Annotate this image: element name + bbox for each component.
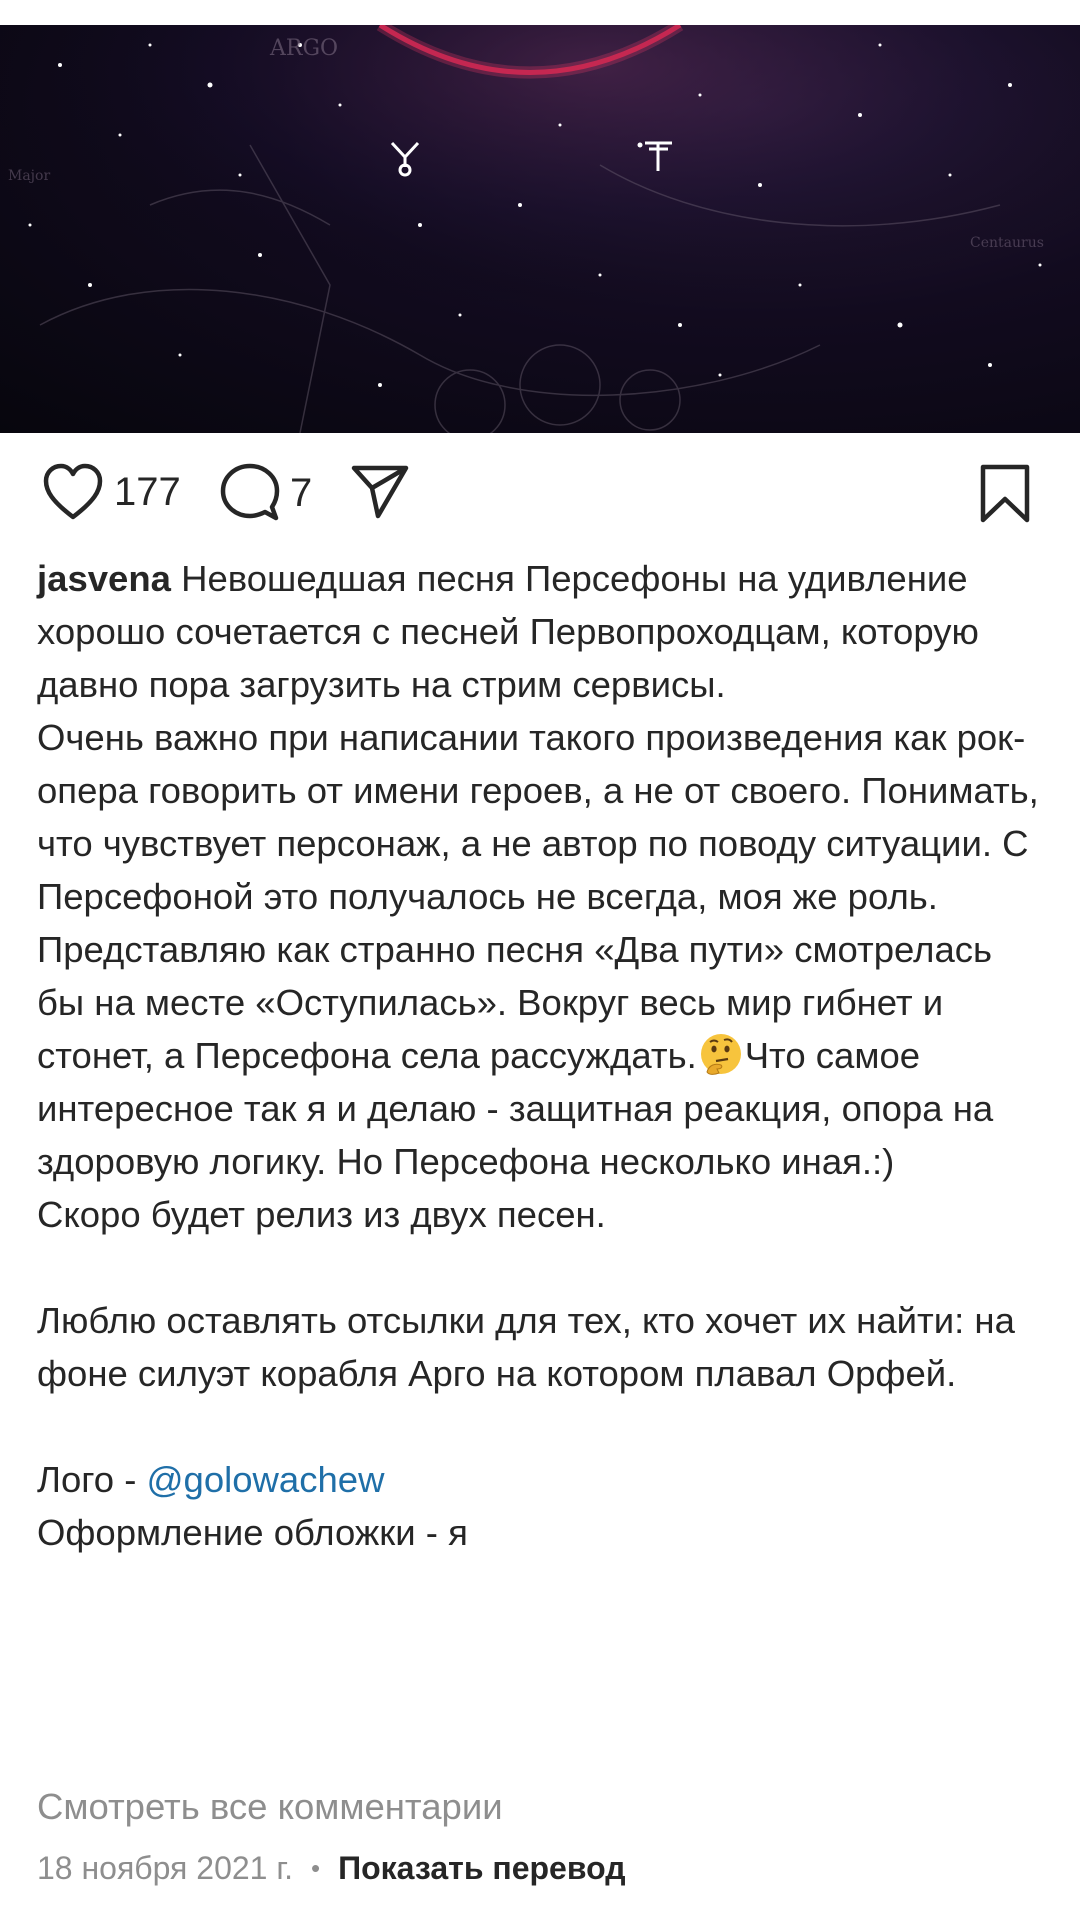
post-caption: jasvena Невошедшая песня Персефоны на уд… (37, 552, 1047, 1559)
starfield-cover-art: ARGO Major Centaurus (0, 25, 1080, 433)
caption-text-2a: Очень важно при написании такого произве… (37, 717, 1039, 1076)
post-image[interactable]: ARGO Major Centaurus (0, 25, 1080, 433)
caption-paragraph-2: Очень важно при написании такого произве… (37, 711, 1047, 1188)
comment-count: 7 (290, 470, 313, 515)
thinking-face-emoji (700, 1034, 741, 1075)
heart-icon (43, 463, 103, 520)
svg-text:Major: Major (8, 168, 50, 184)
caption-paragraph-6: Оформление обложки - я (37, 1512, 468, 1553)
comment-icon (220, 463, 280, 521)
view-all-comments-link[interactable]: Смотреть все комментарии (37, 1780, 503, 1833)
show-translation-link[interactable]: Показать перевод (338, 1842, 625, 1894)
caption-paragraph-1: jasvena Невошедшая песня Персефоны на уд… (37, 552, 1047, 711)
post-actions-bar: 177 7 (0, 433, 1080, 555)
save-button[interactable] (978, 463, 1032, 525)
caption-paragraph-3: Скоро будет релиз из двух песен. (37, 1194, 606, 1235)
bookmark-icon (980, 464, 1030, 523)
author-username[interactable]: jasvena (37, 558, 171, 599)
svg-text:ARGO: ARGO (269, 36, 338, 61)
like-count: 177 (114, 469, 181, 514)
share-icon (351, 465, 409, 519)
post-meta: 18 ноября 2021 г. • Показать перевод (37, 1842, 626, 1894)
logo-credit-label: Лого - (37, 1459, 147, 1500)
caption-text-1: Невошедшая песня Персефоны на удивление … (37, 558, 979, 705)
caption-paragraph-4: Люблю оставлять отсылки для тех, кто хоч… (37, 1300, 1015, 1394)
like-button[interactable]: 177 (42, 463, 181, 521)
share-button[interactable] (350, 463, 410, 521)
comment-button[interactable]: 7 (220, 463, 312, 523)
caption-paragraph-5: Лого - @golowachew (37, 1453, 1047, 1506)
mention-link[interactable]: @golowachew (147, 1459, 385, 1500)
post-date: 18 ноября 2021 г. (37, 1850, 293, 1886)
separator-dot: • (311, 1853, 321, 1883)
status-strip (0, 0, 1080, 25)
svg-text:Centaurus: Centaurus (970, 235, 1044, 251)
